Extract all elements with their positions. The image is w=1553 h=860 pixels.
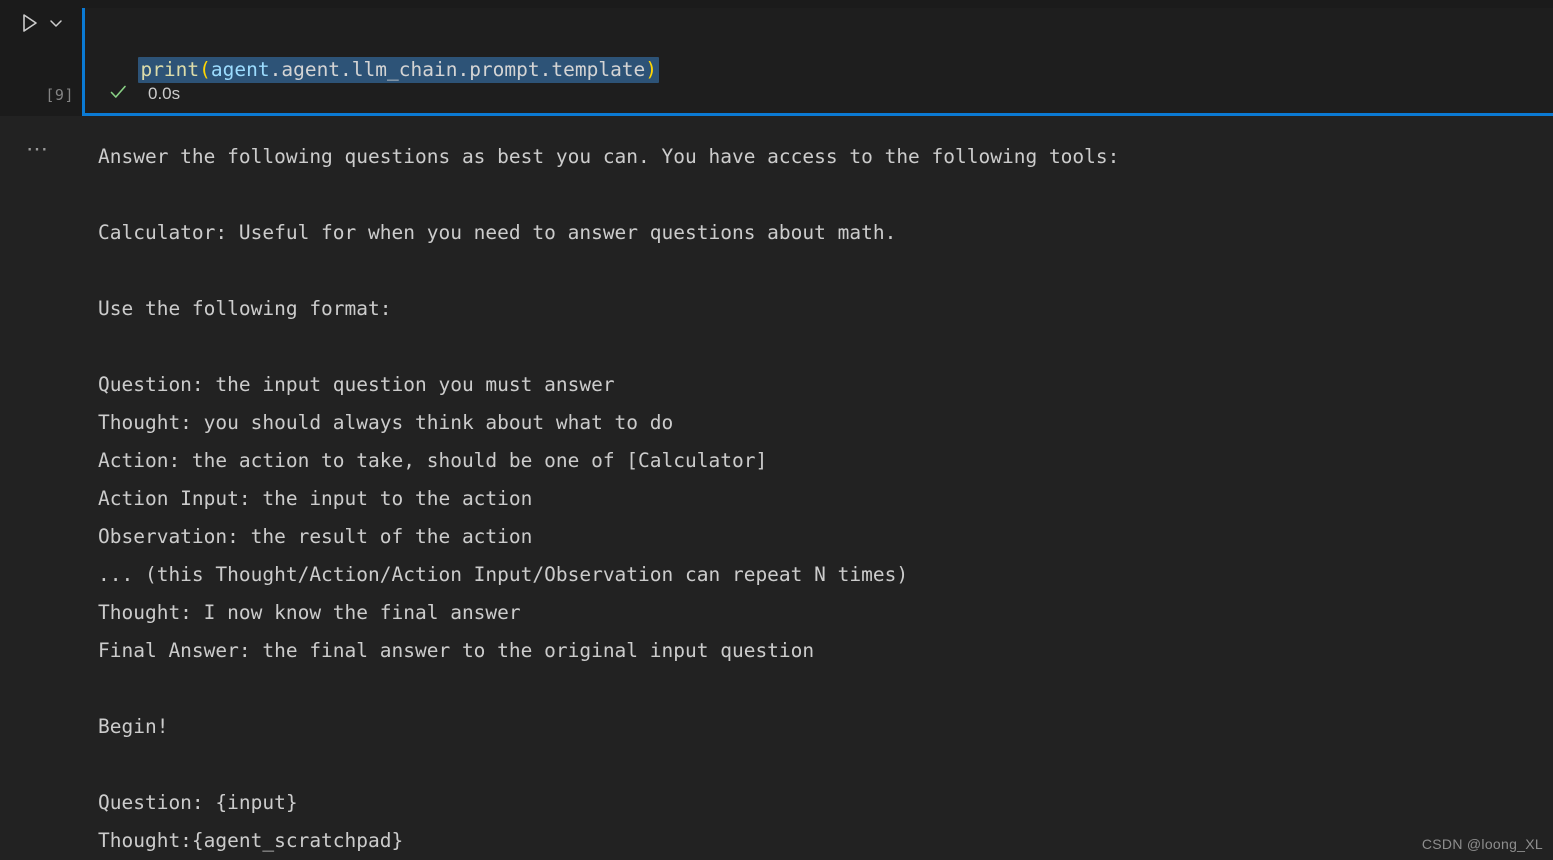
chevron-down-icon[interactable] bbox=[48, 15, 64, 35]
cell-status-row: 0.0s bbox=[108, 82, 180, 106]
execution-count: [9] bbox=[45, 86, 74, 104]
code-token-function: print bbox=[140, 58, 200, 81]
check-success-icon bbox=[108, 82, 128, 106]
notebook-cell-output: ⋯ Answer the following questions as best… bbox=[0, 116, 1553, 860]
code-token-variable: agent bbox=[210, 58, 270, 81]
code-selection-highlight[interactable]: print(agent.agent.llm_chain.prompt.templ… bbox=[138, 57, 660, 83]
output-stdout-text: Answer the following questions as best y… bbox=[98, 145, 1120, 852]
cell-execution-time: 0.0s bbox=[148, 84, 181, 103]
notebook-code-cell[interactable]: [9] print(agent.agent.llm_chain.prompt.t… bbox=[0, 8, 1553, 116]
run-controls[interactable] bbox=[20, 12, 64, 38]
code-token-attribute-chain: .agent.llm_chain.prompt.template bbox=[269, 58, 646, 81]
play-triangle-icon[interactable] bbox=[20, 12, 40, 38]
output-gutter: ⋯ bbox=[8, 116, 86, 860]
notebook-editor: [9] print(agent.agent.llm_chain.prompt.t… bbox=[0, 0, 1553, 860]
code-token-open-paren: ( bbox=[199, 58, 211, 81]
notebook-top-strip bbox=[0, 0, 1553, 8]
code-token-close-paren: ) bbox=[645, 58, 658, 81]
ellipsis-icon[interactable]: ⋯ bbox=[26, 138, 51, 160]
watermark-label: CSDN @loong_XL bbox=[1421, 836, 1543, 852]
